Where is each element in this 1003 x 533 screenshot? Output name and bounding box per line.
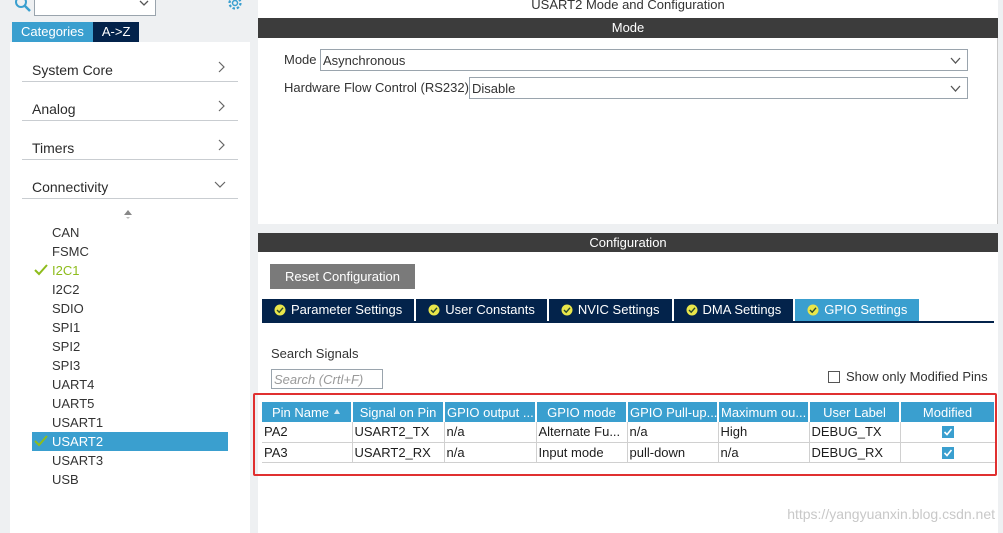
checkbox-icon[interactable] — [828, 371, 840, 383]
peripheral-label: SPI1 — [52, 320, 81, 335]
hwflow-label: Hardware Flow Control (RS232) — [284, 80, 469, 95]
gear-icon[interactable] — [226, 0, 244, 12]
peripheral-search-input[interactable] — [34, 0, 156, 16]
peripheral-label: CAN — [52, 225, 80, 240]
watermark: https://yangyuanxin.blog.csdn.net — [787, 506, 995, 522]
peripheral-item[interactable]: UART4 — [32, 375, 228, 394]
tab-underline — [262, 321, 994, 323]
peripheral-label: USART2 — [52, 434, 104, 449]
config-tab-label: GPIO Settings — [824, 302, 908, 317]
peripheral-item[interactable]: SPI3 — [32, 356, 228, 375]
category-timers[interactable]: Timers — [22, 130, 238, 160]
category-label: System Core — [32, 62, 113, 78]
peripheral-item[interactable]: SPI2 — [32, 337, 228, 356]
mode-header: Mode — [258, 18, 998, 38]
config-tab-label: User Constants — [445, 302, 535, 317]
check-circle-icon — [807, 304, 819, 316]
peripheral-item[interactable]: I2C2 — [32, 280, 228, 299]
peripheral-label: UART5 — [52, 396, 95, 411]
search-signals-input[interactable]: Search (Crtl+F) — [271, 369, 383, 389]
mode-value: Asynchronous — [323, 53, 406, 68]
category-label: Connectivity — [32, 179, 109, 195]
peripheral-item[interactable]: USART2 — [32, 432, 228, 451]
peripheral-item[interactable]: SDIO — [32, 299, 228, 318]
peripheral-item[interactable]: SPI1 — [32, 318, 228, 337]
peripheral-label: USART1 — [52, 415, 104, 430]
category-system-core[interactable]: System Core — [22, 52, 238, 82]
scroll-up-icon[interactable] — [122, 208, 134, 220]
category-tabs: Categories A->Z — [12, 22, 140, 42]
config-tabs: Parameter Settings User Constants NVIC Set… — [262, 299, 921, 321]
mode-row: Mode Asynchronous — [284, 49, 996, 71]
config-tab[interactable]: DMA Settings — [673, 299, 794, 321]
check-circle-icon — [428, 304, 440, 316]
peripheral-label: UART4 — [52, 377, 95, 392]
peripheral-item[interactable]: UART5 — [32, 394, 228, 413]
config-tab[interactable]: NVIC Settings — [548, 299, 672, 321]
check-circle-icon — [686, 304, 698, 316]
category-connectivity[interactable]: Connectivity — [22, 169, 238, 199]
peripheral-label: USB — [52, 472, 79, 487]
peripheral-label: I2C1 — [52, 263, 80, 278]
config-tab-label: DMA Settings — [702, 302, 782, 317]
chevron-right-icon — [218, 61, 225, 73]
peripheral-item[interactable]: I2C1 — [32, 261, 228, 280]
search-icon[interactable] — [14, 0, 32, 13]
peripheral-item[interactable]: USART1 — [32, 413, 228, 432]
mode-panel: Mode Asynchronous Hardware Flow Control … — [258, 38, 998, 224]
chevron-right-icon — [218, 100, 225, 112]
category-label: Analog — [32, 101, 76, 117]
chevron-right-icon — [218, 139, 225, 151]
check-circle-icon — [274, 304, 286, 316]
chevron-down-icon[interactable] — [139, 0, 149, 8]
peripheral-label: SDIO — [52, 301, 84, 316]
peripheral-item[interactable]: USB — [32, 470, 228, 489]
config-tab[interactable]: User Constants — [416, 299, 547, 321]
chevron-down-icon — [950, 57, 961, 64]
peripheral-item[interactable]: USART3 — [32, 451, 228, 470]
page-title: USART2 Mode and Configuration — [531, 0, 725, 12]
highlight-frame — [253, 393, 997, 476]
peripheral-item[interactable]: CAN — [32, 223, 228, 242]
search-signals-label: Search Signals — [271, 346, 359, 361]
reset-configuration-button[interactable]: Reset Configuration — [270, 264, 415, 289]
config-tab-label: Parameter Settings — [291, 302, 403, 317]
category-label: Timers — [32, 140, 75, 156]
mode-label: Mode — [284, 52, 317, 67]
peripheral-label: SPI2 — [52, 339, 81, 354]
right-edge — [998, 0, 1003, 533]
search-signals-placeholder: Search (Crtl+F) — [274, 372, 364, 387]
mode-select[interactable]: Asynchronous — [320, 49, 968, 71]
peripheral-item[interactable]: FSMC — [32, 242, 228, 261]
hwflow-value: Disable — [472, 81, 516, 96]
category-analog[interactable]: Analog — [22, 91, 238, 121]
tab-a-to-z[interactable]: A->Z — [92, 22, 140, 42]
configuration-header: Configuration — [258, 233, 998, 252]
config-tab[interactable]: Parameter Settings — [262, 299, 415, 321]
peripheral-label: FSMC — [52, 244, 89, 259]
config-tab[interactable]: GPIO Settings — [795, 299, 920, 321]
chevron-down-icon — [950, 85, 961, 92]
peripheral-label: SPI3 — [52, 358, 81, 373]
check-circle-icon — [561, 304, 573, 316]
show-modified-label: Show only Modified Pins — [846, 369, 988, 384]
peripheral-label: I2C2 — [52, 282, 80, 297]
check-icon — [34, 435, 48, 447]
left-panel: Categories A->Z System Core Analog Timer… — [0, 0, 250, 533]
hwflow-row: Hardware Flow Control (RS232) Disable — [284, 77, 996, 99]
hwflow-select[interactable]: Disable — [469, 77, 968, 99]
chevron-down-icon — [214, 181, 226, 188]
config-tab-label: NVIC Settings — [577, 302, 660, 317]
peripheral-label: USART3 — [52, 453, 104, 468]
check-icon — [34, 264, 48, 276]
tab-categories[interactable]: Categories — [12, 22, 93, 42]
